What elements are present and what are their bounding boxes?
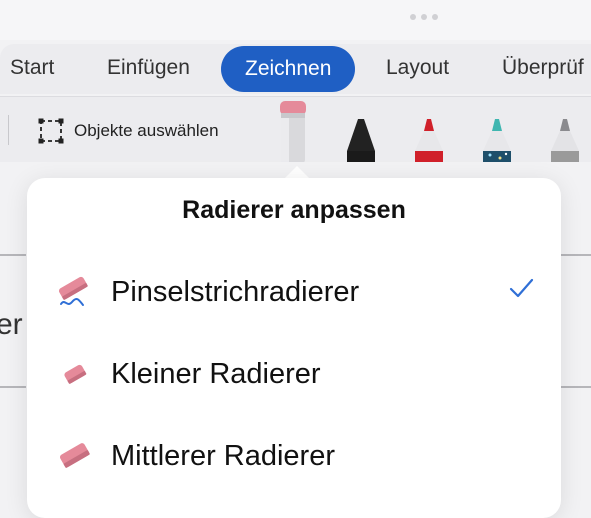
- tab-einfuegen[interactable]: Einfügen: [107, 44, 190, 92]
- select-objects-icon: [38, 118, 64, 144]
- popover-title: Radierer anpassen: [182, 196, 406, 224]
- divider-line: [0, 386, 26, 388]
- ribbon-tab-bar: Start Einfügen Zeichnen Layout Überprüf: [0, 44, 591, 94]
- medium-eraser-icon: [59, 443, 90, 468]
- divider-line: [0, 254, 26, 256]
- tab-start[interactable]: Start: [10, 44, 54, 92]
- option-medium-eraser[interactable]: Mittlerer Radierer: [27, 416, 561, 496]
- option-small-eraser[interactable]: Kleiner Radierer: [27, 334, 561, 414]
- eraser-options-popover: Radierer anpassen Pinselstrichradierer K…: [27, 178, 561, 518]
- divider-line: [561, 254, 591, 256]
- tab-ueberpruefen[interactable]: Überprüf: [502, 44, 584, 92]
- option-label: Mittlerer Radierer: [111, 440, 335, 472]
- window-top-bar: [0, 0, 591, 40]
- toolbar-divider: [8, 115, 9, 145]
- draw-toolbar: Objekte auswählen: [0, 96, 591, 164]
- pen-galaxy-icon[interactable]: [480, 117, 514, 163]
- option-stroke-eraser[interactable]: Pinselstrichradierer: [27, 252, 561, 332]
- stroke-eraser-icon: [58, 276, 88, 306]
- small-eraser-icon: [64, 364, 87, 384]
- eraser-icon[interactable]: [276, 101, 310, 163]
- pen-black-icon[interactable]: [344, 117, 378, 163]
- multitasking-dots-icon[interactable]: [410, 14, 438, 20]
- select-objects-button[interactable]: Objekte auswählen: [38, 117, 219, 145]
- pen-red-icon[interactable]: [412, 117, 446, 163]
- option-label: Kleiner Radierer: [111, 358, 321, 390]
- divider-line: [561, 386, 591, 388]
- pencil-gray-icon[interactable]: [548, 117, 582, 163]
- option-label: Pinselstrichradierer: [111, 276, 360, 308]
- tab-zeichnen[interactable]: Zeichnen: [221, 46, 356, 92]
- checkmark-icon: [509, 278, 534, 298]
- tab-layout[interactable]: Layout: [386, 44, 449, 92]
- select-objects-label: Objekte auswählen: [74, 121, 219, 140]
- document-text-fragment: er: [0, 308, 23, 341]
